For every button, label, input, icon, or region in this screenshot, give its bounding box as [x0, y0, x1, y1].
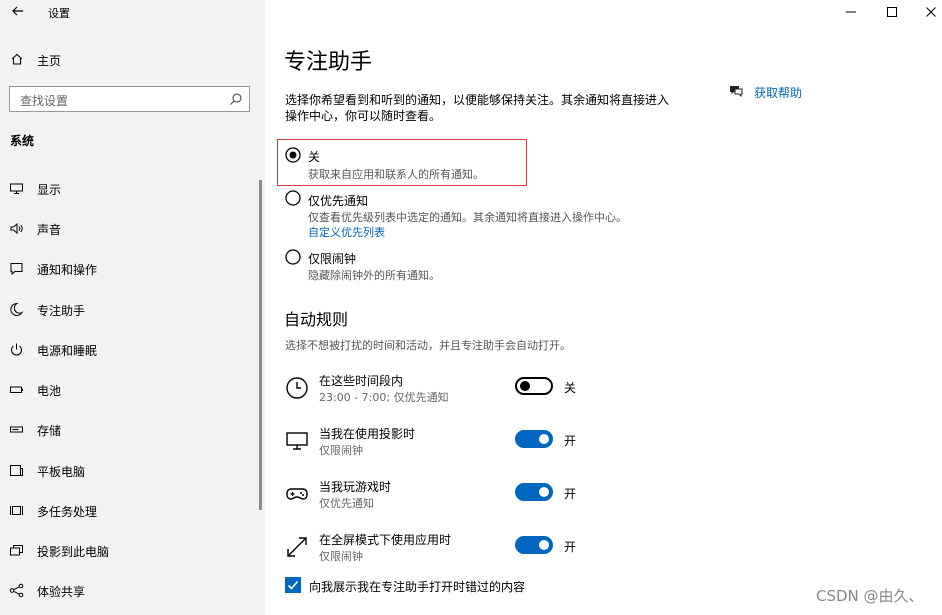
display-icon	[286, 432, 308, 450]
watermark: CSDN @由久、	[816, 587, 924, 605]
rule-title[interactable]: 当我玩游戏时	[319, 478, 391, 495]
back-arrow-icon[interactable]	[10, 3, 26, 19]
option-label-priority: 仅优先通知	[308, 194, 369, 208]
sidebar-item-tablet[interactable]: 平板电脑	[0, 457, 258, 483]
rule-detail: 仅优先通知	[319, 497, 374, 510]
sidebar-item-label: 电池	[37, 384, 62, 398]
sidebar-item-label: 主页	[37, 54, 62, 68]
monitor-icon	[10, 183, 23, 194]
main-content: 专注助手 选择你希望看到和听到的通知，以便能够保持关注。其余通知将直接进入操作中…	[265, 0, 942, 615]
toggle-switch[interactable]	[515, 377, 553, 395]
search-icon	[230, 93, 242, 105]
sidebar-item-label: 存储	[37, 424, 62, 438]
sidebar-item-label: 通知和操作	[37, 263, 98, 277]
power-icon	[11, 343, 22, 356]
radio-alarms-only[interactable]	[285, 249, 301, 265]
toggle-knob	[539, 434, 549, 444]
get-help-label: 获取帮助	[754, 86, 803, 100]
toggle-state: 开	[564, 487, 577, 501]
clock-icon	[286, 377, 308, 399]
window-title: 设置	[48, 7, 70, 20]
rule-time-period: 在这些时间段内 23:00 - 7:00; 仅优先通知 关	[283, 370, 703, 410]
toggle-switch[interactable]	[515, 430, 553, 448]
share-icon	[9, 583, 24, 598]
multitask-icon	[10, 506, 23, 515]
battery-icon	[10, 386, 23, 393]
sidebar-item-display[interactable]: 显示	[0, 175, 258, 201]
rule-detail: 仅限闹钟	[319, 550, 363, 563]
project-icon	[10, 545, 23, 556]
option-label-off: 关	[308, 150, 321, 164]
rule-detail: 仅限闹钟	[319, 444, 363, 457]
speaker-icon	[10, 222, 23, 235]
option-desc-off: 获取来自应用和联系人的所有通知。	[308, 168, 484, 181]
sidebar-item-home[interactable]: 主页	[0, 48, 265, 72]
sidebar-group-title: 系统	[10, 134, 35, 148]
search-input[interactable]: 查找设置	[9, 86, 250, 112]
rule-projecting: 当我在使用投影时 仅限闹钟 开	[283, 423, 703, 463]
toggle-switch[interactable]	[515, 483, 553, 501]
sidebar-item-battery[interactable]: 电池	[0, 376, 258, 402]
radio-off[interactable]	[285, 147, 301, 163]
sidebar: 设置 主页 查找设置 系统 显示 声音 通知和操作 专注助手 电源和睡眠 电池	[0, 0, 265, 615]
fullscreen-icon	[287, 537, 307, 557]
sidebar-item-label: 电源和睡眠	[37, 344, 98, 358]
radio-priority-only[interactable]	[285, 190, 301, 206]
sidebar-item-notifications[interactable]: 通知和操作	[0, 255, 258, 281]
rule-title[interactable]: 当我在使用投影时	[319, 425, 415, 442]
gamepad-icon	[286, 488, 308, 500]
sidebar-item-label: 投影到此电脑	[37, 545, 110, 559]
rule-gaming: 当我玩游戏时 仅优先通知 开	[283, 476, 703, 516]
sidebar-item-label: 显示	[37, 183, 62, 197]
sidebar-item-project[interactable]: 投影到此电脑	[0, 537, 258, 563]
sidebar-scrollbar[interactable]	[259, 180, 262, 510]
rule-title[interactable]: 在这些时间段内	[319, 372, 403, 389]
rule-detail: 23:00 - 7:00; 仅优先通知	[319, 391, 449, 404]
customize-priority-link[interactable]: 自定义优先列表	[308, 224, 385, 240]
sidebar-item-storage[interactable]: 存储	[0, 416, 258, 442]
sidebar-item-label: 专注助手	[37, 304, 86, 318]
toggle-state: 关	[564, 381, 577, 395]
moon-icon	[10, 302, 24, 316]
toggle-state: 开	[564, 540, 577, 554]
sidebar-item-label: 体验共享	[37, 585, 86, 599]
toggle-knob	[520, 381, 530, 391]
option-desc-alarms: 隐藏除闹钟外的所有通知。	[308, 269, 440, 282]
option-desc-priority: 仅查看优先级列表中选定的通知。其余通知将直接进入操作中心。	[308, 211, 627, 224]
sidebar-item-label: 多任务处理	[37, 505, 98, 519]
minimize-icon[interactable]	[843, 4, 859, 20]
checkbox-label: 向我展示我在专注助手打开时错过的内容	[309, 580, 526, 594]
rule-fullscreen: 在全屏模式下使用应用时 仅限闹钟 开	[283, 529, 703, 569]
storage-icon	[10, 426, 23, 433]
maximize-icon[interactable]	[884, 4, 900, 20]
page-description: 选择你希望看到和听到的通知，以便能够保持关注。其余通知将直接进入操作中心，你可以…	[285, 93, 670, 123]
toggle-switch[interactable]	[515, 536, 553, 554]
toggle-knob	[539, 487, 549, 497]
sidebar-item-sound[interactable]: 声音	[0, 215, 258, 241]
sidebar-item-label: 声音	[37, 223, 62, 237]
sidebar-item-multitasking[interactable]: 多任务处理	[0, 497, 258, 523]
toggle-knob	[539, 540, 549, 550]
sidebar-item-focus-assist[interactable]: 专注助手	[0, 296, 258, 322]
rule-title[interactable]: 在全屏模式下使用应用时	[319, 531, 451, 548]
sidebar-item-share[interactable]: 体验共享	[0, 577, 258, 603]
search-placeholder: 查找设置	[20, 94, 69, 108]
home-icon	[11, 53, 23, 65]
close-icon[interactable]	[923, 4, 939, 20]
option-label-alarms: 仅限闹钟	[308, 252, 357, 266]
sidebar-item-label: 平板电脑	[37, 465, 86, 479]
checkbox-checked[interactable]	[285, 577, 301, 593]
page-title: 专注助手	[284, 50, 373, 75]
toggle-state: 开	[564, 434, 577, 448]
help-chat-icon	[730, 86, 743, 98]
notification-icon	[10, 263, 23, 276]
auto-rules-subtitle: 选择不想被打扰的时间和活动，并且专注助手会自动打开。	[285, 339, 571, 352]
sidebar-item-power[interactable]: 电源和睡眠	[0, 336, 258, 362]
tablet-icon	[10, 465, 23, 476]
auto-rules-title: 自动规则	[284, 310, 349, 329]
